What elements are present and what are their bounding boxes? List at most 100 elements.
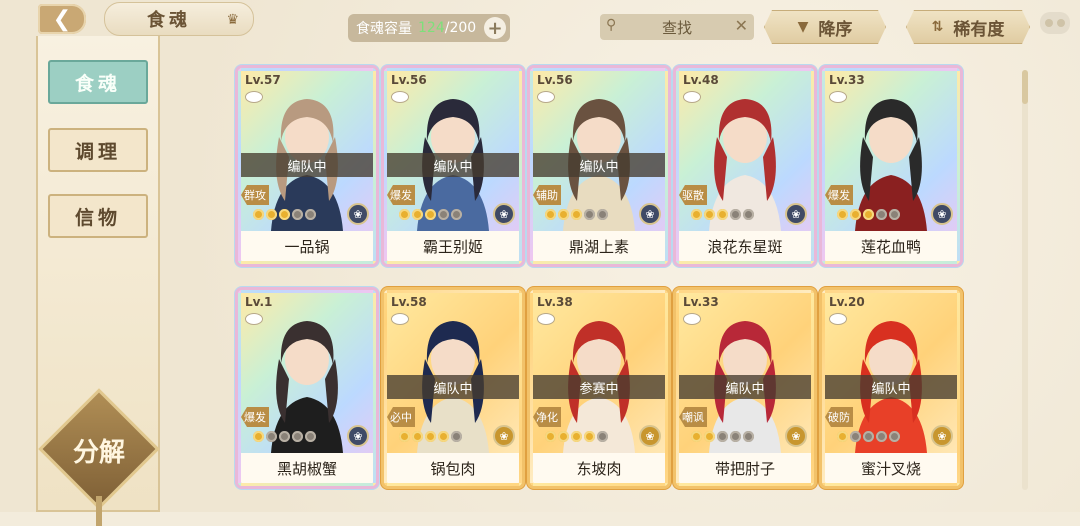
character-name: 黑胡椒蟹	[241, 453, 373, 483]
star-rating	[399, 209, 462, 220]
level-label: Lv.1	[245, 295, 273, 309]
role-badge: 爆发	[387, 185, 415, 205]
chat-bubble-icon	[245, 91, 263, 103]
crown-icon[interactable]: ♛	[226, 12, 243, 28]
character-name: 蜜汁叉烧	[825, 453, 957, 483]
star-rating	[253, 431, 316, 442]
character-name: 东坡肉	[533, 453, 665, 483]
side-tab-tokens[interactable]: 信物	[48, 194, 148, 238]
page-title: 食魂	[147, 10, 191, 31]
food-soul-card[interactable]: Lv.20 编队中破防 ❀ 蜜汁叉烧	[822, 290, 960, 486]
back-button[interactable]: ❮	[38, 4, 86, 34]
food-soul-card[interactable]: Lv.38 参赛中 净化 ❀ 东坡肉	[530, 290, 668, 486]
level-label: Lv.58	[391, 295, 427, 309]
search-label: 查找	[661, 18, 692, 37]
food-soul-card[interactable]: Lv.33 编队中嘲讽 ❀ 带把肘子	[676, 290, 814, 486]
page-title-tab: 食魂 ♛	[104, 2, 254, 36]
chat-bubble-icon	[683, 91, 701, 103]
status-band: 参赛中	[533, 375, 665, 399]
role-badge: 净化	[533, 407, 561, 427]
add-capacity-button[interactable]: +	[484, 17, 506, 39]
character-name: 锅包肉	[387, 453, 519, 483]
capacity-label: 食魂容量	[356, 21, 412, 37]
star-rating	[545, 209, 608, 220]
side-tab-conditioning[interactable]: 调理	[48, 128, 148, 172]
level-label: Lv.57	[245, 73, 281, 87]
food-soul-card[interactable]: Lv.58 编队中 必中 ❀ 锅包肉	[384, 290, 522, 486]
food-soul-card[interactable]: Lv.1 爆发 ❀ 黑胡椒蟹	[238, 290, 376, 486]
clear-search-icon[interactable]: ✕	[735, 16, 748, 35]
star-rating	[837, 209, 900, 220]
sort-rarity-button[interactable]: ⇅ 稀有度	[906, 10, 1030, 44]
sort-descending-button[interactable]: ▼ 降序	[764, 10, 886, 44]
food-soul-card[interactable]: Lv.48 驱散 ❀ 浪花东星斑	[676, 68, 814, 264]
sort-desc-label: 降序	[818, 19, 853, 40]
chat-bubble-icon	[829, 91, 847, 103]
search-icon: ⚲	[606, 17, 617, 33]
role-badge: 破防	[825, 407, 853, 427]
level-label: Lv.20	[829, 295, 865, 309]
star-rating	[253, 209, 316, 220]
element-emblem-icon: ❀	[931, 425, 953, 447]
element-emblem-icon: ❀	[493, 203, 515, 225]
level-label: Lv.33	[829, 73, 865, 87]
character-name: 带把肘子	[679, 453, 811, 483]
character-name: 鼎湖上素	[533, 231, 665, 261]
status-band: 编队中	[387, 375, 519, 399]
level-label: Lv.56	[391, 73, 427, 87]
chat-bubble-icon	[829, 313, 847, 325]
chat-bubble-icon	[245, 313, 263, 325]
element-emblem-icon: ❀	[493, 425, 515, 447]
role-badge: 爆发	[825, 185, 853, 205]
triangle-down-icon: ▼	[797, 19, 809, 35]
level-label: Lv.33	[683, 295, 719, 309]
side-tab-food-souls[interactable]: 食魂	[48, 60, 148, 104]
back-arrow-icon: ❮	[52, 6, 72, 32]
scrollbar-track[interactable]	[1022, 70, 1028, 490]
star-rating	[691, 209, 754, 220]
food-soul-card[interactable]: Lv.57 编队中 群攻 ❀ 一品锅	[238, 68, 376, 264]
sort-rarity-label: 稀有度	[953, 19, 1005, 40]
chat-bubble-icon	[683, 313, 701, 325]
role-badge: 嘲讽	[679, 407, 707, 427]
element-emblem-icon: ❀	[785, 425, 807, 447]
side-panel: 食魂 调理 信物 分解	[36, 36, 160, 526]
star-rating	[691, 431, 754, 442]
element-emblem-icon: ❀	[639, 425, 661, 447]
chat-bubble-icon	[391, 313, 409, 325]
star-rating	[837, 431, 900, 442]
level-label: Lv.56	[537, 73, 573, 87]
capacity-display: 食魂容量 124 /200 +	[348, 14, 510, 42]
swap-icon: ⇅	[931, 19, 944, 35]
element-emblem-icon: ❀	[785, 203, 807, 225]
element-emblem-icon: ❀	[639, 203, 661, 225]
element-emblem-icon: ❀	[931, 203, 953, 225]
element-emblem-icon: ❀	[347, 203, 369, 225]
tassel-decoration	[96, 496, 102, 526]
decompose-label[interactable]: 分解	[56, 432, 142, 469]
more-options-icon[interactable]	[1040, 12, 1070, 34]
status-band: 编队中	[679, 375, 811, 399]
character-name: 霸王别姬	[387, 231, 519, 261]
status-band: 编队中	[533, 153, 665, 177]
food-soul-card[interactable]: Lv.56 编队中辅助 ❀ 鼎湖上素	[530, 68, 668, 264]
status-band: 编队中	[387, 153, 519, 177]
character-name: 莲花血鸭	[825, 231, 957, 261]
star-rating	[399, 431, 462, 442]
top-bar: ❮ 食魂 ♛ 食魂容量 124 /200 + ⚲ 查找 ✕ ▼ 降序 ⇅ 稀有度	[0, 0, 1080, 48]
chat-bubble-icon	[537, 91, 555, 103]
star-rating	[545, 431, 608, 442]
status-band: 编队中	[825, 375, 957, 399]
role-badge: 辅助	[533, 185, 561, 205]
role-badge: 驱散	[679, 185, 707, 205]
character-name: 一品锅	[241, 231, 373, 261]
chat-bubble-icon	[391, 91, 409, 103]
element-emblem-icon: ❀	[347, 425, 369, 447]
food-soul-card[interactable]: Lv.56 编队中爆发 ❀ 霸王别姬	[384, 68, 522, 264]
search-box[interactable]: ⚲ 查找 ✕	[600, 14, 754, 40]
character-name: 浪花东星斑	[679, 231, 811, 261]
food-soul-card[interactable]: Lv.33 爆发 ❀ 莲花血鸭	[822, 68, 960, 264]
scrollbar-thumb[interactable]	[1022, 70, 1028, 104]
status-band: 编队中	[241, 153, 373, 177]
capacity-current: 124	[418, 20, 445, 36]
